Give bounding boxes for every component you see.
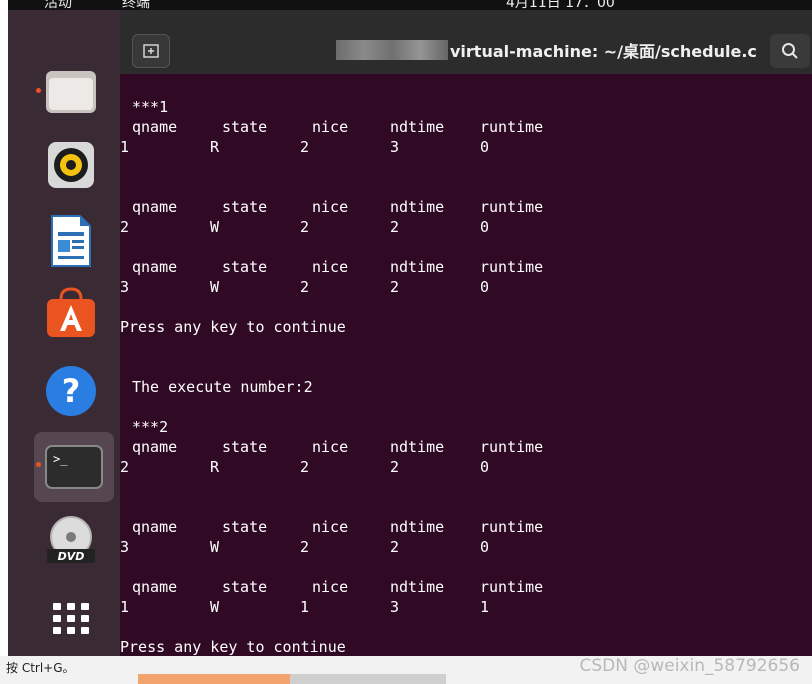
status-bar: 按 Ctrl+G。 CSDN @weixin_58792656 bbox=[0, 656, 812, 684]
dock-item-writer[interactable] bbox=[40, 210, 102, 272]
speaker-icon bbox=[48, 142, 94, 188]
document-icon bbox=[51, 215, 91, 267]
svg-text:>_: >_ bbox=[53, 452, 68, 466]
terminal-output[interactable]: ***1 qname state nice ndtime runtime 1R230 q… bbox=[120, 98, 812, 656]
dock-item-terminal[interactable]: >_ bbox=[34, 432, 114, 502]
clock[interactable]: 4月11日 17：00 bbox=[506, 0, 615, 10]
dock-item-help[interactable]: ? bbox=[40, 360, 102, 422]
table-header: qname state nice ndtime runtime bbox=[132, 118, 544, 136]
app-menu[interactable]: 终端 bbox=[122, 0, 150, 10]
dock-item-files[interactable] bbox=[40, 60, 102, 122]
redacted-username bbox=[336, 40, 448, 60]
terminal-window: virtual-machine: ~/桌面/schedule.c ***1 qn… bbox=[120, 10, 812, 656]
table-header: qname state nice ndtime runtime bbox=[132, 578, 544, 596]
dock-item-dvd[interactable]: DVD bbox=[40, 510, 102, 572]
new-tab-icon bbox=[143, 44, 159, 58]
table-row: 2R220 bbox=[120, 458, 490, 476]
dock-item-rhythmbox[interactable] bbox=[40, 134, 102, 196]
shortcut-hint: 按 Ctrl+G。 bbox=[6, 661, 75, 675]
new-tab-button[interactable] bbox=[132, 34, 170, 68]
terminal-icon: >_ bbox=[45, 445, 103, 489]
table-header: qname state nice ndtime runtime bbox=[132, 258, 544, 276]
table-header: qname state nice ndtime runtime bbox=[132, 198, 544, 216]
window-title: virtual-machine: ~/桌面/schedule.c bbox=[450, 42, 757, 61]
activities-button[interactable]: 活动 bbox=[44, 0, 72, 10]
dock-item-software[interactable] bbox=[40, 282, 102, 344]
dock: ? >_ DVD bbox=[8, 10, 120, 656]
table-header: qname state nice ndtime runtime bbox=[132, 438, 544, 456]
top-bar: 活动 终端 4月11日 17：00 bbox=[8, 0, 812, 10]
grid-icon bbox=[53, 603, 89, 634]
search-icon bbox=[782, 43, 798, 59]
table-row: 3W220 bbox=[120, 538, 490, 556]
progress-strip-track bbox=[290, 674, 446, 684]
table-header: qname state nice ndtime runtime bbox=[132, 518, 544, 536]
table-row: 3W220 bbox=[120, 278, 490, 296]
shopping-bag-icon bbox=[47, 287, 95, 337]
folder-icon bbox=[46, 71, 96, 113]
desktop-screen: 活动 终端 4月11日 17：00 ? >_ DVD virtual-machi… bbox=[8, 0, 812, 656]
table-row: 1W131 bbox=[120, 598, 490, 616]
search-button[interactable] bbox=[770, 34, 810, 68]
svg-text:DVD: DVD bbox=[58, 550, 85, 563]
dvd-icon: DVD bbox=[47, 516, 95, 563]
table-row: 2W220 bbox=[120, 218, 490, 236]
help-icon: ? bbox=[46, 366, 96, 416]
dock-item-apps[interactable] bbox=[40, 588, 102, 650]
running-indicator bbox=[36, 462, 41, 467]
svg-text:?: ? bbox=[62, 372, 81, 410]
watermark: CSDN @weixin_58792656 bbox=[579, 656, 800, 676]
progress-strip bbox=[138, 674, 290, 684]
table-row: 1R230 bbox=[120, 138, 490, 156]
title-bar: virtual-machine: ~/桌面/schedule.c bbox=[120, 10, 812, 74]
